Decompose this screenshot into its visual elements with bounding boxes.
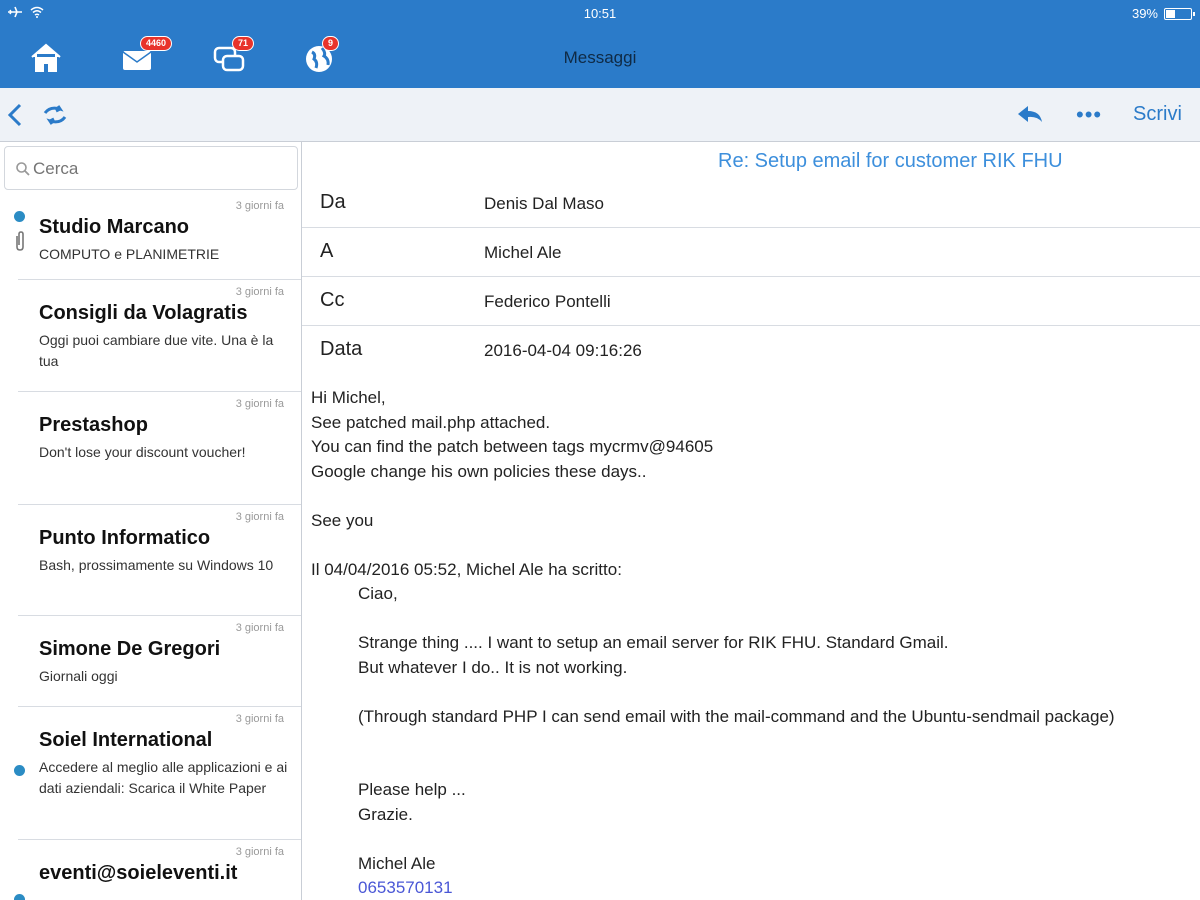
back-button[interactable] — [6, 102, 26, 128]
battery-icon — [1164, 7, 1195, 20]
header-label: Da — [320, 191, 346, 213]
header-row-cc: Cc Federico Pontelli — [302, 277, 1200, 326]
header-label: Data — [320, 338, 363, 360]
phone-link[interactable]: 0653570131 — [358, 876, 1191, 900]
message-date: 3 giorni fa — [235, 846, 284, 858]
quote-line: Ciao, — [358, 584, 398, 603]
header-value[interactable]: Federico Pontelli — [484, 292, 611, 312]
more-button[interactable]: ••• — [1076, 102, 1102, 128]
search-icon — [16, 162, 30, 176]
battery-fill — [1166, 9, 1175, 18]
quote-attribution: Il 04/04/2016 05:52, Michel Ale ha scrit… — [311, 559, 622, 579]
search-box[interactable] — [4, 146, 298, 190]
app-header: 4460 71 9 Messaggi — [0, 28, 1200, 88]
header-row-from: Da Denis Dal Maso — [302, 179, 1200, 228]
quote-line: Strange thing .... I want to setup an em… — [358, 633, 949, 652]
message-sender: Consigli da Volagratis — [39, 302, 248, 324]
status-time: 10:51 — [583, 6, 617, 21]
message-preview: COMPUTO e PLANIMETRIE — [39, 246, 220, 262]
page-title: Messaggi — [563, 48, 637, 67]
header-value: 2016-04-04 09:16:26 — [484, 341, 642, 360]
email-subject: Re: Setup email for customer RIK FHU — [718, 150, 1063, 172]
battery-percent: 39% — [1131, 6, 1158, 21]
body-line: See patched mail.php attached. — [311, 412, 551, 432]
paperclip-icon — [16, 231, 24, 251]
sync-icon — [43, 105, 67, 125]
message-sender: Soiel International — [39, 729, 213, 751]
quote-line: Grazie. — [358, 804, 413, 824]
email-body: Hi Michel, See patched mail.php attached… — [311, 386, 1191, 900]
message-date: 3 giorni fa — [235, 398, 284, 410]
message-list: 3 giorni fa Studio Marcano COMPUTO e PLA… — [0, 142, 302, 900]
list-item[interactable]: 3 giorni fa Soiel International Accedere… — [18, 707, 301, 840]
message-sender: Prestashop — [39, 414, 148, 436]
header-label: Cc — [320, 289, 345, 311]
status-right: 39% — [1131, 6, 1195, 21]
body-line: Google change his own policies these day… — [311, 461, 647, 481]
header-label: A — [320, 240, 334, 262]
status-bar: 10:51 39% — [0, 0, 1200, 28]
list-item[interactable]: 3 giorni fa Prestashop Don't lose your d… — [18, 392, 301, 505]
sync-button[interactable] — [42, 104, 68, 126]
reply-icon — [1018, 106, 1042, 122]
message-preview: Giornali oggi — [39, 668, 118, 684]
unread-dot — [14, 765, 25, 776]
unread-dot — [14, 894, 25, 900]
body-line: See you — [311, 510, 374, 530]
list-item[interactable]: 3 giorni fa eventi@soieleventi.it — [18, 840, 301, 900]
email-view: Re: Setup email for customer RIK FHU Da … — [302, 142, 1200, 900]
message-preview: Don't lose your discount voucher! — [39, 444, 246, 460]
body-line: Hi Michel, — [311, 388, 386, 407]
list-item[interactable]: 3 giorni fa Punto Informatico Bash, pros… — [18, 505, 301, 616]
quoted-message: Ciao, Strange thing .... I want to setup… — [358, 582, 1191, 900]
quote-line: Please help ... — [358, 780, 466, 799]
list-item[interactable]: 3 giorni fa Simone De Gregori Giornali o… — [18, 616, 301, 707]
message-date: 3 giorni fa — [235, 511, 284, 523]
message-date: 3 giorni fa — [235, 286, 284, 298]
list-item[interactable]: 3 giorni fa Studio Marcano COMPUTO e PLA… — [18, 194, 301, 280]
header-value[interactable]: Michel Ale — [484, 243, 561, 263]
body-line: You can find the patch between tags mycr… — [311, 437, 714, 456]
quote-line: Michel Ale — [358, 853, 436, 873]
quote-line: (Through standard PHP I can send email w… — [358, 706, 1115, 726]
message-sender: Studio Marcano — [39, 216, 190, 238]
message-sender: eventi@soieleventi.it — [39, 862, 238, 884]
header-row-date: Data 2016-04-04 09:16:26 — [302, 326, 1200, 375]
message-sender: Punto Informatico — [39, 527, 211, 549]
compose-button[interactable]: Scrivi — [1133, 103, 1182, 126]
message-date: 3 giorni fa — [235, 200, 284, 212]
search-input[interactable] — [33, 157, 283, 181]
reply-button[interactable] — [1016, 104, 1044, 126]
message-preview: Oggi puoi cambiare due vite. Una è la tu… — [39, 332, 274, 369]
message-preview: Accedere al meglio alle applicazioni e a… — [39, 759, 288, 796]
unread-dot — [14, 211, 25, 222]
list-item[interactable]: 3 giorni fa Consigli da Volagratis Oggi … — [18, 280, 301, 392]
toolbar: ••• Scrivi — [0, 88, 1200, 142]
header-row-to: A Michel Ale — [302, 228, 1200, 277]
message-preview: Bash, prossimamente su Windows 10 — [39, 557, 274, 573]
message-sender: Simone De Gregori — [39, 638, 221, 660]
message-date: 3 giorni fa — [235, 713, 284, 725]
quote-line: But whatever I do.. It is not working. — [358, 657, 628, 677]
chevron-left-icon — [7, 103, 22, 127]
header-value[interactable]: Denis Dal Maso — [484, 194, 604, 214]
message-date: 3 giorni fa — [235, 622, 284, 634]
